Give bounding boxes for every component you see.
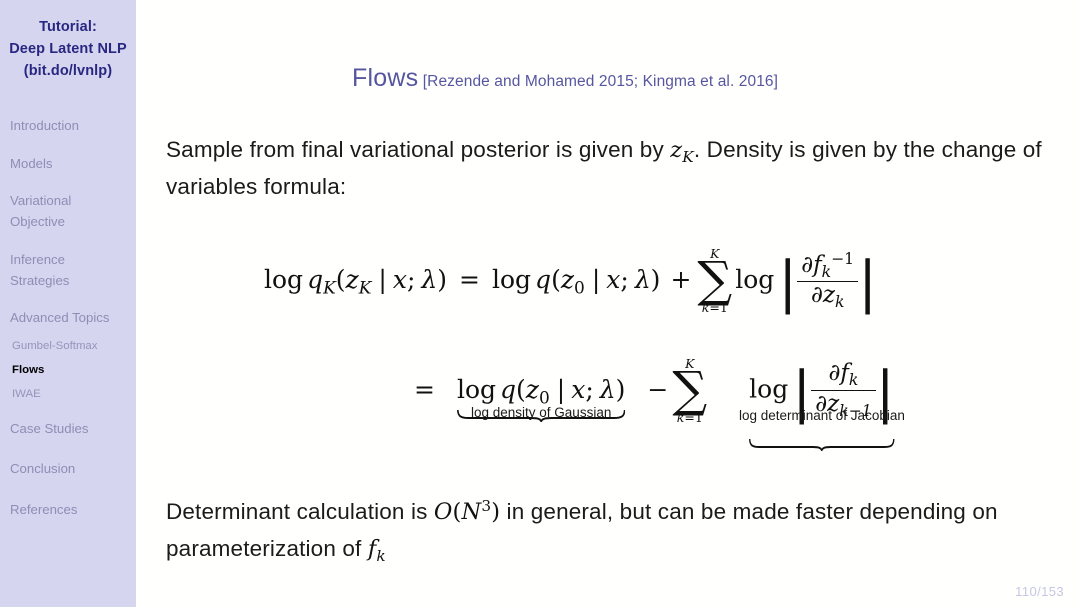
sidebar-item-models[interactable]: Models bbox=[0, 154, 136, 174]
sidebar-title-line-2: Deep Latent NLP bbox=[9, 41, 127, 58]
inline-var-z-subscript: K bbox=[682, 147, 694, 166]
inline-big-o: O bbox=[433, 499, 453, 525]
eq1-rparen-2: ) bbox=[650, 264, 661, 294]
sidebar-item-inference-strategies[interactable]: Inference Strategies bbox=[0, 250, 122, 292]
eq1-lambda: λ bbox=[421, 264, 438, 294]
inline-var-f-subscript: k bbox=[376, 546, 386, 565]
eq2-equals: = bbox=[414, 374, 435, 404]
eq1-log-1: log bbox=[264, 264, 304, 294]
eq2-rparen: ) bbox=[615, 374, 626, 404]
eq1-sigma-glyph: ∑ bbox=[697, 252, 733, 308]
eq1-sum-lower-limit: k=1 bbox=[697, 299, 732, 315]
eq1-frac-num-text: ∂f bbox=[801, 251, 822, 278]
eq2-lambda: λ bbox=[599, 374, 616, 404]
eq1-mid-2: | bbox=[591, 264, 601, 294]
sidebar-item-conclusion[interactable]: Conclusion bbox=[0, 459, 136, 479]
eq1-sum-lower-eq: = bbox=[709, 299, 720, 315]
paragraph-complexity: Determinant calculation is O(N3) in gene… bbox=[166, 494, 1056, 568]
sidebar-subitem-gumbel-softmax[interactable]: Gumbel-Softmax bbox=[0, 339, 136, 355]
inline-big-o-rparen: ) bbox=[491, 499, 501, 525]
eq2-underbrace-term-2: log| ∂fk ∂zk−1 | log determinant of Jacobia… bbox=[739, 360, 905, 452]
sidebar-title-line-3: (bit.do/lvnlp) bbox=[23, 63, 113, 80]
eq1-frac-numerator: ∂fk−1 bbox=[797, 248, 859, 283]
frame-title-citation: [Rezende and Mohamed 2015; Kingma et al.… bbox=[422, 73, 779, 90]
eq1-frac-den-sub: k bbox=[834, 292, 845, 312]
inline-var-z: z bbox=[670, 137, 683, 163]
eq2-sigma-glyph: ∑ bbox=[672, 362, 708, 418]
eq1-frac-denominator: ∂zk bbox=[797, 282, 858, 311]
eq1-q2: q bbox=[535, 264, 552, 294]
frame-title-text: Flows bbox=[352, 64, 419, 92]
eq2-frac-num-text: ∂f bbox=[828, 360, 849, 387]
sidebar-item-advanced-topics[interactable]: Advanced Topics bbox=[0, 308, 136, 328]
eq1-frac-num-sub: k bbox=[821, 261, 832, 281]
eq1-rparen-1: ) bbox=[437, 264, 448, 294]
eq1-frac-num-sup: −1 bbox=[831, 248, 855, 268]
eq2-sum-lower-value: 1 bbox=[694, 409, 703, 425]
eq2-brace-2 bbox=[749, 438, 895, 452]
eq1-z: z bbox=[345, 264, 359, 294]
sidebar-item-variational-objective[interactable]: Variational Objective bbox=[0, 191, 122, 233]
slide-content: Flows [Rezende and Mohamed 2015; Kingma … bbox=[136, 0, 1080, 607]
eq1-summation: K ∑ k=1 bbox=[697, 247, 733, 315]
sidebar-item-references[interactable]: References bbox=[0, 500, 136, 520]
sidebar-navigation: Tutorial: Deep Latent NLP (bit.do/lvnlp)… bbox=[0, 0, 136, 607]
eq1-z0-sub: 0 bbox=[574, 278, 585, 299]
frame-title: Flows [Rezende and Mohamed 2015; Kingma … bbox=[352, 64, 778, 93]
eq1-q-sub: K bbox=[323, 278, 336, 299]
sidebar-group-advanced-topics: Advanced Topics Gumbel-Softmax Flows IWA… bbox=[0, 308, 136, 402]
eq1-z0: z bbox=[560, 264, 574, 294]
eq2-semi: ; bbox=[585, 374, 594, 404]
eq1-sum-lower-value: 1 bbox=[719, 299, 728, 315]
sidebar-section-list: Introduction Models Variational Objectiv… bbox=[0, 116, 136, 520]
sidebar-subitem-iwae[interactable]: IWAE bbox=[0, 387, 136, 403]
eq2-summation: K ∑ k=1 bbox=[672, 357, 708, 425]
inline-big-o-exponent: 3 bbox=[481, 497, 492, 516]
eq1-frac-den-text: ∂z bbox=[810, 282, 835, 309]
eq2-frac-num-sub: k bbox=[848, 370, 859, 390]
eq1-semi-1: ; bbox=[406, 264, 416, 294]
eq1-log-3: log bbox=[735, 264, 775, 294]
eq2-z0: z bbox=[525, 374, 539, 404]
eq1-log-2: log bbox=[491, 264, 532, 294]
eq1-q: q bbox=[307, 264, 324, 294]
eq1-fraction: ∂fk−1 ∂zk bbox=[797, 248, 859, 311]
equation-line-2: = log q(z0 | x; λ) log density of Gaussian − K… bbox=[414, 357, 905, 452]
page-number: 110/153 bbox=[1015, 584, 1064, 599]
eq1-mid-1: | bbox=[378, 264, 387, 294]
eq2-sum-lower-limit: k=1 bbox=[672, 409, 707, 425]
eq1-x2: x bbox=[606, 264, 621, 294]
eq1-x: x bbox=[392, 264, 407, 294]
eq1-plus: + bbox=[670, 264, 692, 294]
sidebar-item-introduction[interactable]: Introduction bbox=[0, 116, 136, 136]
eq2-sum-lower-eq: = bbox=[684, 409, 695, 425]
equation-line-1: log qK(zK | x; λ) = log q(z0 | x; λ) + K ∑ k=1 log| ∂fk−… bbox=[264, 245, 878, 315]
inline-big-o-arg: N bbox=[461, 499, 482, 525]
eq2-frac-numerator: ∂fk bbox=[811, 360, 876, 391]
eq2-x: x bbox=[571, 374, 586, 404]
eq2-label-gaussian: log density of Gaussian bbox=[471, 404, 612, 420]
eq1-lparen-1: ( bbox=[335, 264, 346, 294]
paragraph-complexity-part-a: Determinant calculation is bbox=[166, 499, 434, 524]
eq2-q: q bbox=[500, 374, 517, 404]
eq2-label-jacobian: log determinant of Jacobian bbox=[738, 408, 905, 424]
sidebar-item-case-studies[interactable]: Case Studies bbox=[0, 419, 136, 439]
sidebar-title-line-1: Tutorial: bbox=[39, 19, 97, 35]
eq2-lparen: ( bbox=[516, 374, 526, 404]
eq2-log-2: log bbox=[749, 374, 789, 404]
eq1-semi-2: ; bbox=[620, 264, 629, 294]
paragraph-intro-part-a: Sample from final variational posterior … bbox=[166, 137, 671, 162]
sidebar-subitem-flows[interactable]: Flows bbox=[0, 363, 136, 379]
presentation-slide: Tutorial: Deep Latent NLP (bit.do/lvnlp)… bbox=[0, 0, 1080, 607]
eq2-mid: | bbox=[556, 374, 566, 404]
eq1-lambda2: λ bbox=[634, 264, 651, 294]
eq2-minus: − bbox=[647, 374, 669, 404]
eq1-z-sub: K bbox=[358, 278, 372, 299]
eq2-log-1: log bbox=[456, 374, 497, 404]
paragraph-intro: Sample from final variational posterior … bbox=[166, 132, 1056, 205]
eq2-underbrace-term-1: log q(z0 | x; λ) log density of Gaussian bbox=[456, 374, 626, 423]
sidebar-title: Tutorial: Deep Latent NLP (bit.do/lvnlp) bbox=[0, 16, 136, 82]
eq1-lparen-2: ( bbox=[551, 264, 561, 294]
eq1-equals: = bbox=[459, 264, 480, 294]
